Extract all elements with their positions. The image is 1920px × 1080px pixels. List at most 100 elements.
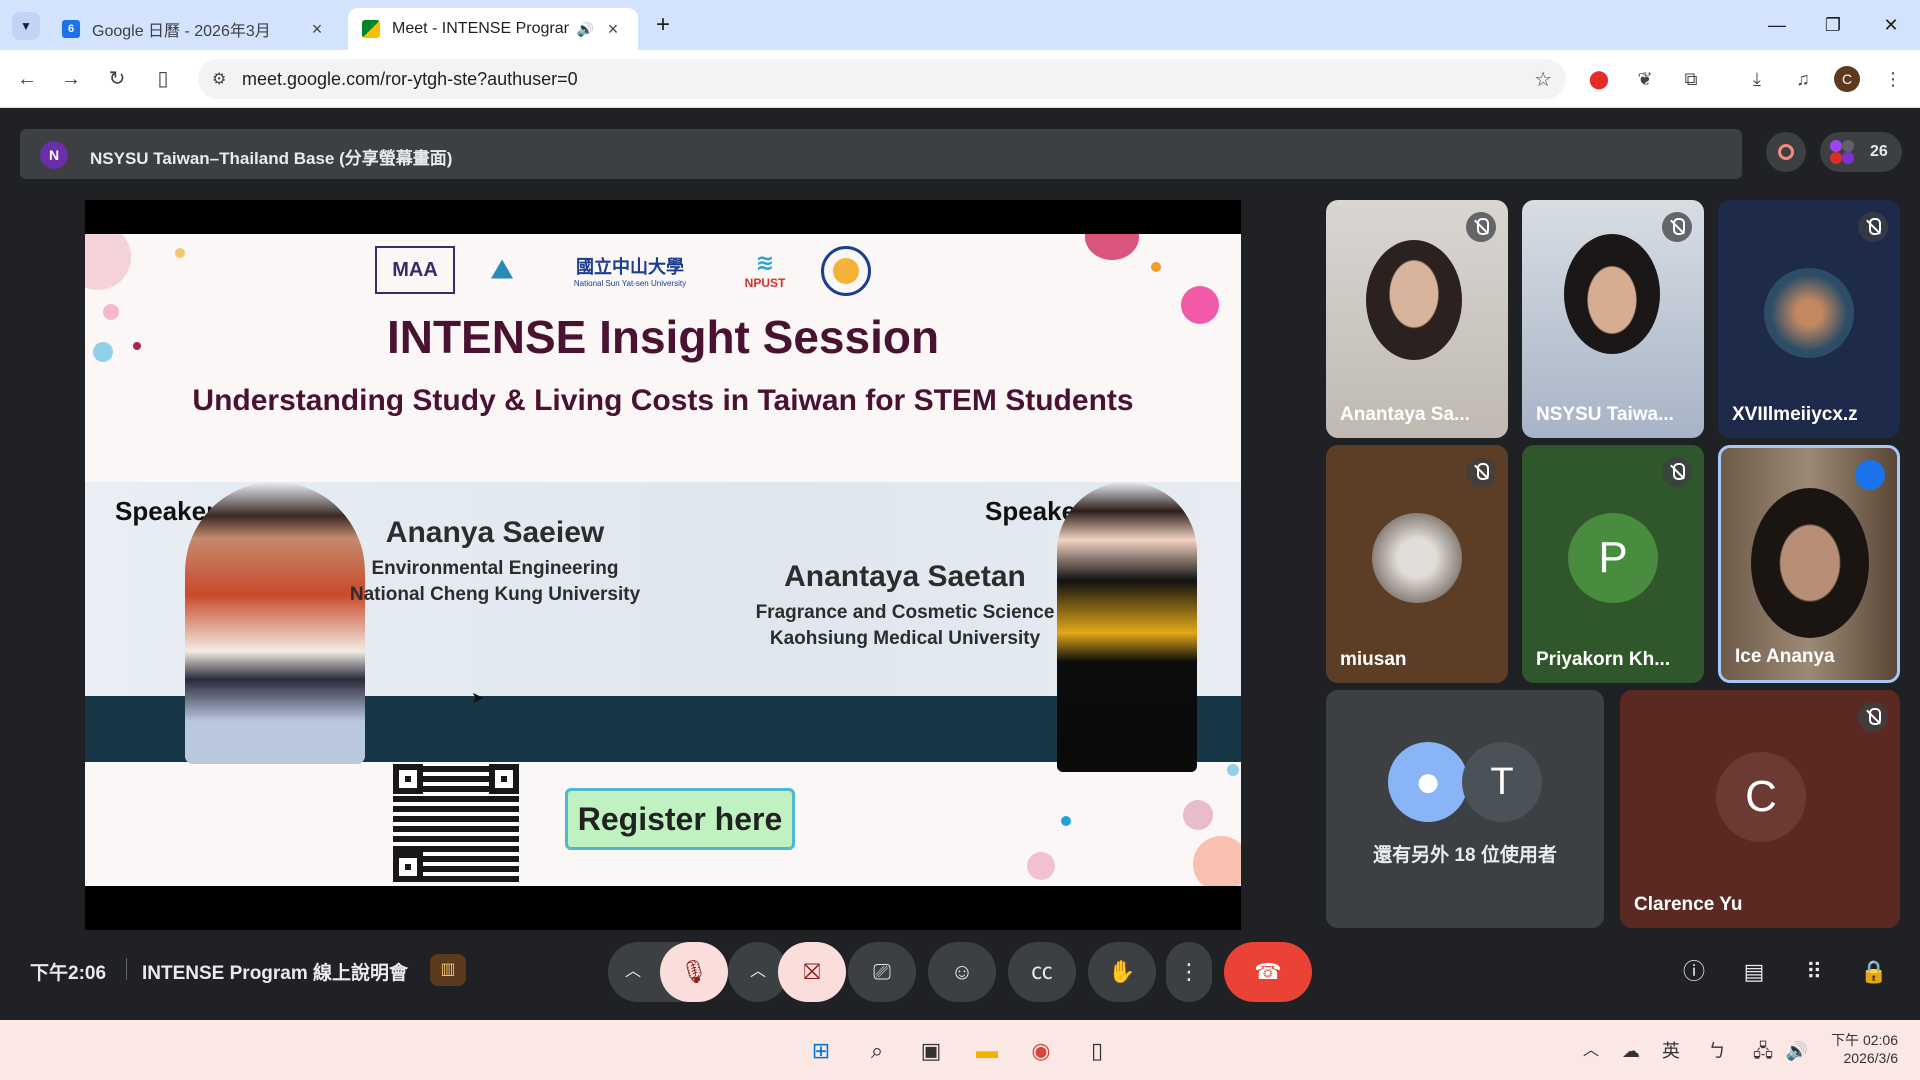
speaker-playing-icon[interactable]: 🔊 [577, 21, 594, 38]
ime-input-label[interactable]: ㄅ [1700, 1034, 1734, 1068]
meeting-info-icon[interactable]: ⓘ [1676, 954, 1712, 990]
split-view-icon[interactable]: ▯ [148, 64, 178, 94]
search-icon[interactable]: ⌕ [860, 1034, 894, 1068]
extension-opera-icon[interactable]: ⬤ [1584, 64, 1614, 94]
notepad-icon[interactable]: ▯ [1080, 1034, 1114, 1068]
mic-off-icon [1662, 457, 1692, 487]
participant-name: NSYSU Taiwa... [1536, 404, 1674, 425]
task-view-icon[interactable]: ▣ [914, 1034, 948, 1068]
profile-avatar[interactable]: C [1834, 66, 1860, 92]
calendar-favicon-icon: 6 [62, 20, 80, 38]
participant-tile[interactable]: C Clarence Yu [1620, 690, 1900, 928]
close-tab-icon[interactable]: × [306, 19, 328, 40]
browser-tab-strip: ▼ 6 Google 日曆 - 2026年3月 × Meet - INTENSE… [0, 0, 1920, 50]
raise-hand-button[interactable]: ✋ [1088, 942, 1156, 1002]
sponsor-logos: MAA ⛰ 國立中山大學 National Sun Yat-sen Univer… [375, 246, 935, 296]
emoji-reaction-button[interactable]: ☺ [928, 942, 996, 1002]
volume-icon[interactable]: 🔊 [1780, 1034, 1814, 1068]
meeting-clock: 下午2:06 [30, 963, 107, 984]
recording-indicator-button[interactable] [1766, 132, 1806, 172]
tray-chevron-icon[interactable]: ︿ [1574, 1034, 1608, 1068]
site-info-icon[interactable]: ⚙ [212, 69, 226, 89]
present-screen-button[interactable]: ⎚ [848, 942, 916, 1002]
tab-search-chevron-icon[interactable]: ▼ [12, 12, 40, 40]
participants-button[interactable]: 26 [1820, 132, 1902, 172]
participants-avatars-icon [1830, 140, 1854, 164]
participant-name: Clarence Yu [1634, 894, 1743, 915]
reload-icon[interactable]: ↻ [102, 64, 132, 94]
more-options-button[interactable]: ⋮ [1166, 942, 1212, 1002]
ime-mode-label[interactable]: 英 [1654, 1034, 1688, 1068]
browser-toolbar: ← → ↻ ▯ ⚙ meet.google.com/ror-ytgh-ste?a… [0, 50, 1920, 108]
close-window-icon[interactable]: ✕ [1868, 10, 1914, 40]
media-control-icon[interactable]: ♫ [1788, 64, 1818, 94]
participant-avatar [1372, 513, 1462, 603]
record-icon [1778, 144, 1794, 160]
mic-options-chevron-icon[interactable]: ︿ [608, 942, 658, 1002]
host-controls-icon[interactable]: ▥ [430, 954, 466, 986]
participant-tile[interactable]: miusan [1326, 445, 1508, 683]
decor-bubble [175, 248, 185, 258]
windows-start-icon[interactable]: ⊞ [804, 1034, 838, 1068]
captions-button[interactable]: ㏄ [1008, 942, 1076, 1002]
participant-tile[interactable]: NSYSU Taiwa... [1522, 200, 1704, 438]
qr-code[interactable] [393, 764, 519, 882]
system-clock[interactable]: 下午 02:06 2026/3/6 [1831, 1031, 1898, 1067]
bookmark-star-icon[interactable]: ☆ [1534, 67, 1552, 92]
participant-avatar: P [1568, 513, 1658, 603]
extensions-puzzle-icon[interactable]: ⧉ [1676, 64, 1706, 94]
network-icon[interactable]: 🖧 [1746, 1034, 1780, 1068]
participant-avatar [1764, 268, 1854, 358]
others-tile[interactable]: ● T 還有另外 18 位使用者 [1326, 690, 1604, 928]
slide-subtitle: Understanding Study & Living Costs in Ta… [192, 384, 1134, 417]
cloud-offline-icon[interactable]: ☁ [1614, 1034, 1648, 1068]
tab-google-meet[interactable]: Meet - INTENSE Program 🔊 × [348, 8, 638, 50]
generic-user-icon: ● [1388, 742, 1468, 822]
host-lock-icon[interactable]: 🔒 [1856, 954, 1892, 990]
register-here-button[interactable]: Register here [565, 788, 795, 850]
mic-off-icon [1466, 457, 1496, 487]
mic-off-icon [1662, 212, 1692, 242]
new-tab-button[interactable]: + [648, 10, 678, 40]
participant-avatar: C [1716, 752, 1806, 842]
speaker2-name: Anantaya Saetan [784, 560, 1026, 593]
speaker2-university: Kaohsiung Medical University [769, 628, 1041, 649]
forward-arrow-icon[interactable]: → [56, 64, 86, 94]
participant-tile-active-speaker[interactable]: Ice Ananya [1718, 445, 1900, 683]
npust-logo-text: NPUST [744, 276, 786, 290]
mic-off-icon [1466, 212, 1496, 242]
chat-icon[interactable]: ▤ [1736, 954, 1772, 990]
close-tab-icon[interactable]: × [602, 19, 624, 40]
qr-eye-icon [489, 764, 519, 794]
tab-title: Meet - INTENSE Program [392, 20, 569, 37]
mic-off-button[interactable]: 🎙 [660, 942, 728, 1002]
speaker1-university: National Cheng Kung University [349, 584, 641, 605]
tab-title: Google 日曆 - 2026年3月 [92, 23, 271, 40]
chrome-icon[interactable]: ◉ [1024, 1034, 1058, 1068]
file-explorer-icon[interactable]: ▬ [970, 1034, 1004, 1068]
tab-google-calendar[interactable]: 6 Google 日曆 - 2026年3月 × [48, 8, 342, 50]
mic-off-icon [1858, 702, 1888, 732]
leave-call-button[interactable]: ☎ [1224, 942, 1312, 1002]
restore-icon[interactable]: ❐ [1810, 10, 1856, 40]
nsysu-logo: 國立中山大學 National Sun Yat-sen University [545, 246, 715, 294]
participant-tile[interactable]: Anantaya Sa... [1326, 200, 1508, 438]
participant-count: 26 [1870, 143, 1888, 160]
kebab-menu-icon[interactable]: ⋮ [1878, 64, 1908, 94]
nsysu-logo-en: National Sun Yat-sen University [573, 278, 687, 288]
participant-tile[interactable]: P Priyakorn Kh... [1522, 445, 1704, 683]
decor-bubble [1061, 816, 1071, 826]
decor-bubble [1085, 234, 1139, 260]
participant-name: Priyakorn Kh... [1536, 649, 1671, 670]
camera-off-button[interactable]: ⛝ [778, 942, 846, 1002]
shared-screen: MAA ⛰ 國立中山大學 National Sun Yat-sen Univer… [85, 200, 1241, 930]
extension-leaf-icon[interactable]: ❦ [1630, 64, 1660, 94]
download-icon[interactable]: ⤓ [1742, 64, 1772, 94]
address-bar[interactable]: ⚙ meet.google.com/ror-ytgh-ste?authuser=… [198, 59, 1566, 99]
participant-tile[interactable]: XVIIlmeiiycx.z [1718, 200, 1900, 438]
back-arrow-icon[interactable]: ← [12, 64, 42, 94]
windows-taskbar: ⊞ ⌕ ▣ ▬ ◉ ▯ ︿ ☁ 英 ㄅ 🖧 🔊 下午 02:06 2026/3/… [0, 1020, 1920, 1080]
speaker1-name: Ananya Saeiew [385, 516, 605, 549]
activities-grid-icon[interactable]: ⠿ [1796, 954, 1832, 990]
minimize-icon[interactable]: — [1754, 10, 1800, 40]
